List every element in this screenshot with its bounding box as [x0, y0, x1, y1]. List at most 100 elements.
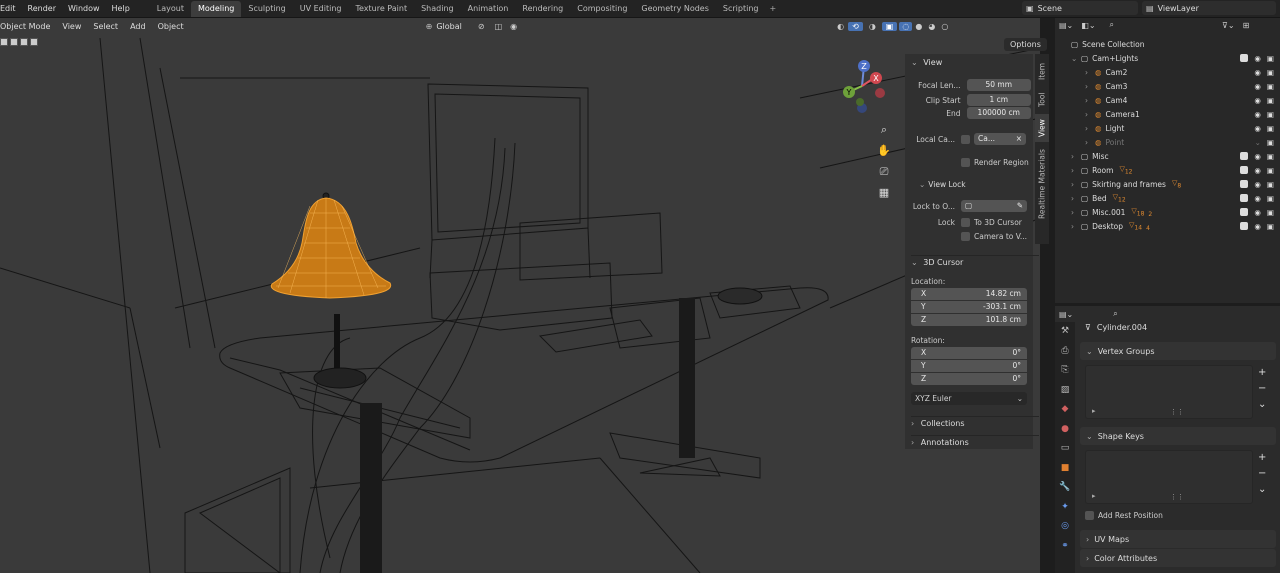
- physics-tab-icon[interactable]: ◎: [1055, 517, 1075, 537]
- render-camera-icon[interactable]: ▣: [1267, 54, 1274, 63]
- tool-tab-icon[interactable]: ⚒: [1055, 322, 1075, 342]
- outliner-row-bed[interactable]: › ▢ Bed ▽12 ◉ ▣: [1055, 192, 1280, 205]
- collection-tab-icon[interactable]: ▭: [1055, 439, 1075, 459]
- location-z-field[interactable]: Z 101.8 cm: [911, 314, 1027, 326]
- chevron-right-icon[interactable]: ›: [1085, 110, 1095, 119]
- tab-texture-paint[interactable]: Texture Paint: [348, 1, 414, 17]
- render-region-checkbox[interactable]: [961, 158, 970, 167]
- visibility-icon[interactable]: ◐: [833, 22, 848, 31]
- outliner-row-room[interactable]: › ▢ Room ▽12 ◉ ▣: [1055, 164, 1280, 177]
- expand-icon[interactable]: ▸: [1092, 492, 1096, 500]
- select-mode-icons[interactable]: [0, 38, 38, 46]
- chevron-right-icon[interactable]: ›: [1071, 222, 1081, 231]
- tab-realtime-materials[interactable]: Realtime Materials: [1035, 146, 1049, 222]
- scene-tab-icon[interactable]: ◆: [1055, 400, 1075, 420]
- chevron-right-icon[interactable]: ›: [1085, 82, 1095, 91]
- outliner-row-cam3[interactable]: › ◍ Cam3 ◉ ▣: [1055, 80, 1280, 93]
- scene-collection-row[interactable]: ▢ Scene Collection: [1055, 38, 1280, 51]
- camera-to-view-checkbox[interactable]: [961, 232, 970, 241]
- lock-to-object-field[interactable]: ▢ ✎: [961, 200, 1027, 212]
- chevron-right-icon[interactable]: ›: [1085, 96, 1095, 105]
- clear-icon[interactable]: ×: [1016, 133, 1022, 145]
- exclude-checkbox[interactable]: [1240, 166, 1249, 174]
- pivot-icon[interactable]: ⊘: [472, 22, 491, 31]
- render-camera-icon[interactable]: ▣: [1267, 208, 1274, 217]
- object-tab-icon[interactable]: ■: [1055, 459, 1075, 479]
- render-camera-icon[interactable]: ▣: [1267, 166, 1274, 175]
- exclude-checkbox[interactable]: [1240, 222, 1249, 230]
- annotations-section[interactable]: › Annotations: [911, 435, 1039, 447]
- view-menu[interactable]: View: [56, 22, 87, 31]
- remove-vertex-group-icon[interactable]: −: [1258, 381, 1266, 397]
- add-vertex-group-icon[interactable]: +: [1258, 365, 1266, 381]
- 3d-cursor-section-header[interactable]: ⌄ 3D Cursor: [911, 255, 1039, 267]
- clip-start-field[interactable]: 1 cm: [966, 94, 1031, 106]
- tab-scripting[interactable]: Scripting: [716, 1, 766, 17]
- render-camera-icon[interactable]: ▣: [1267, 194, 1274, 203]
- search-icon[interactable]: ⌕: [1110, 20, 1114, 30]
- filter-icon[interactable]: ⊽⌄: [1222, 21, 1235, 30]
- rendered-shading-icon[interactable]: ○: [938, 22, 951, 31]
- transform-orientation-select[interactable]: Global: [436, 22, 472, 31]
- proportional-icon[interactable]: ◉: [506, 22, 521, 31]
- render-camera-icon[interactable]: ▣: [1267, 180, 1274, 189]
- outliner-row-misc-001[interactable]: › ▢ Misc.001 ▽18 2 ◉ ▣: [1055, 206, 1280, 219]
- menu-render[interactable]: Render: [22, 4, 62, 13]
- location-y-field[interactable]: Y -303.1 cm: [911, 301, 1027, 313]
- wireframe-shading-icon[interactable]: ◌: [899, 21, 913, 31]
- visibility-eye-icon[interactable]: ◉: [1254, 222, 1261, 231]
- tab-geometry-nodes[interactable]: Geometry Nodes: [634, 1, 715, 17]
- world-tab-icon[interactable]: ●: [1055, 420, 1075, 440]
- tab-rendering[interactable]: Rendering: [515, 1, 570, 17]
- outliner-row-camera1[interactable]: › ◍ Camera1 ◉ ▣: [1055, 108, 1280, 121]
- snap-icon[interactable]: ◫: [491, 22, 507, 31]
- ortho-grid-icon[interactable]: ▦: [876, 182, 892, 203]
- select-menu[interactable]: Select: [87, 22, 124, 31]
- outliner-row-point[interactable]: › ◍ Point ⌄ ▣: [1055, 136, 1280, 149]
- render-camera-icon[interactable]: ▣: [1267, 96, 1274, 105]
- render-camera-icon[interactable]: ▣: [1267, 124, 1274, 133]
- chevron-right-icon[interactable]: ›: [1085, 68, 1095, 77]
- visibility-eye-icon[interactable]: ◉: [1254, 166, 1261, 175]
- outliner-row-light[interactable]: › ◍ Light ◉ ▣: [1055, 122, 1280, 135]
- local-camera-field[interactable]: Ca... ×: [974, 133, 1026, 145]
- material-shading-icon[interactable]: ◕: [925, 22, 938, 31]
- gizmo-toggle-icon[interactable]: ⟲: [848, 21, 863, 31]
- new-collection-icon[interactable]: ⊞: [1243, 21, 1250, 30]
- add-rest-position-checkbox[interactable]: [1085, 511, 1094, 520]
- outliner-row-skirting-and-frames[interactable]: › ▢ Skirting and frames ▽8 ◉ ▣: [1055, 178, 1280, 191]
- exclude-checkbox[interactable]: [1240, 152, 1249, 160]
- focal-length-field[interactable]: 50 mm: [966, 79, 1031, 91]
- chevron-right-icon[interactable]: ›: [1085, 124, 1095, 133]
- render-camera-icon[interactable]: ▣: [1267, 82, 1274, 91]
- tab-tool[interactable]: Tool: [1035, 88, 1049, 112]
- outliner-row-cam-lights[interactable]: ⌄ ▢ Cam+Lights ◉ ▣: [1055, 52, 1280, 65]
- render-camera-icon[interactable]: ▣: [1267, 68, 1274, 77]
- mode-selector[interactable]: Object Mode: [0, 22, 56, 31]
- tab-shading[interactable]: Shading: [414, 1, 461, 17]
- location-x-field[interactable]: X 14.82 cm: [911, 288, 1027, 300]
- navigation-gizmo[interactable]: Z Y X: [838, 58, 890, 114]
- render-camera-icon[interactable]: ▣: [1267, 110, 1274, 119]
- render-tab-icon[interactable]: ⎙: [1055, 342, 1075, 362]
- local-camera-checkbox[interactable]: [961, 134, 970, 144]
- view-lock-header[interactable]: ⌄ View Lock: [919, 180, 966, 189]
- render-camera-icon[interactable]: ▣: [1267, 152, 1274, 161]
- zoom-icon[interactable]: ⌕: [876, 119, 892, 140]
- add-shape-key-icon[interactable]: +: [1258, 450, 1266, 466]
- chevron-right-icon[interactable]: ›: [1071, 208, 1081, 217]
- tab-item[interactable]: Item: [1035, 56, 1049, 86]
- exclude-checkbox[interactable]: [1240, 208, 1249, 216]
- chevron-right-icon[interactable]: ›: [1071, 152, 1081, 161]
- solid-shading-icon[interactable]: ●: [912, 22, 925, 31]
- chevron-right-icon[interactable]: ›: [1071, 194, 1081, 203]
- expand-icon[interactable]: ▸: [1092, 407, 1096, 415]
- tab-compositing[interactable]: Compositing: [570, 1, 634, 17]
- search-icon[interactable]: ⌕: [1113, 309, 1117, 319]
- visibility-eye-icon[interactable]: ◉: [1254, 152, 1261, 161]
- resize-handle-icon[interactable]: ⋮⋮: [1170, 408, 1184, 416]
- tab-sculpting[interactable]: Sculpting: [241, 1, 292, 17]
- menu-help[interactable]: Help: [106, 4, 136, 13]
- rotation-z-field[interactable]: Z 0°: [911, 373, 1027, 385]
- menu-chevron-icon[interactable]: ⌄: [1258, 482, 1266, 498]
